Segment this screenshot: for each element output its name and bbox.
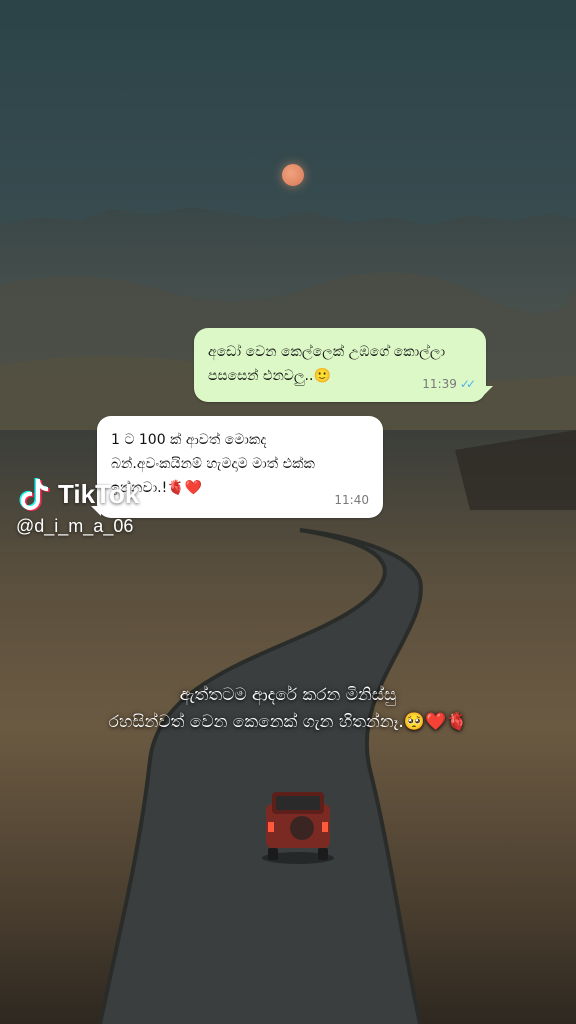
moon: [282, 164, 304, 186]
tiktok-watermark: TikTok: [18, 474, 139, 514]
outgoing-message-meta: 11:39 ✓✓: [422, 372, 476, 396]
outgoing-message-time: 11:39: [422, 377, 457, 391]
bubble-tail: [483, 386, 493, 396]
overlay-caption: ඇත්තටම ආදරේ කරන මිනිස්සු රහසින්වත් වෙන ක…: [108, 685, 468, 732]
tiktok-brand-text: TikTok: [58, 478, 140, 509]
incoming-message-text: 1 ට 100 ක් ආවත් මොකද බන්.අවංකයිනම් හැමදා…: [111, 432, 315, 496]
outgoing-message-bubble[interactable]: අඩෝ වෙන කෙල්ලෙක් උඹගේ කොල්ලා පසසෙන් එනවල…: [194, 328, 493, 402]
tiktok-logo-icon: [19, 478, 50, 511]
incoming-message-bubble[interactable]: 1 ට 100 ක් ආවත් මොකද බන්.අවංකයිනම් හැමදා…: [91, 416, 383, 518]
creator-handle: @d_i_m_a_06: [16, 516, 134, 536]
read-receipt-icon: ✓✓: [459, 377, 476, 391]
incoming-message-time: 11:40: [334, 493, 369, 507]
car: [262, 792, 334, 864]
